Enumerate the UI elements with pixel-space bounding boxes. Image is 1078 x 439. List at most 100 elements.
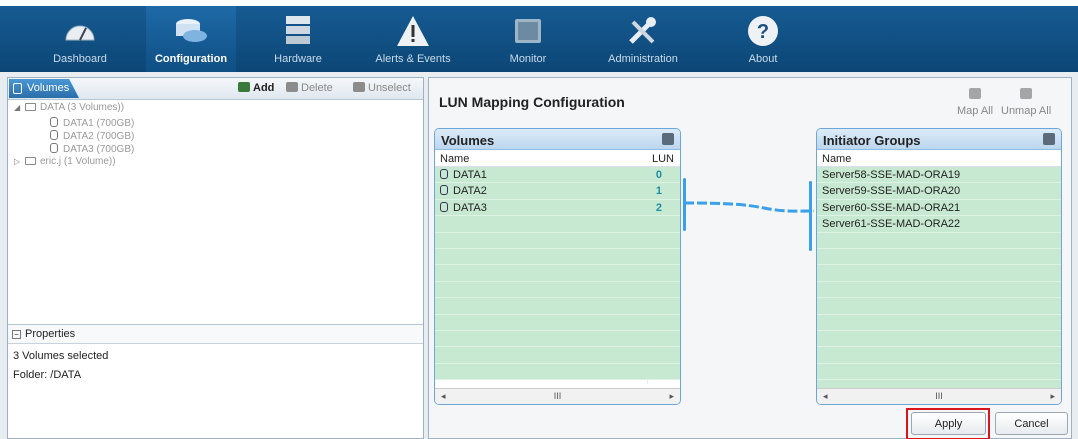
properties-header[interactable]: − Properties (8, 325, 423, 344)
nav-dashboard[interactable]: Dashboard (35, 6, 125, 72)
nav-hardware[interactable]: Hardware (253, 6, 343, 72)
volume-tab-icon (13, 83, 22, 94)
top-navigation: Dashboard Configuration Hardware Alerts … (0, 0, 1078, 72)
table-row[interactable]: Server58-SSE-MAD-ORA19 (817, 167, 1061, 184)
table-row[interactable]: Server60-SSE-MAD-ORA21 (817, 199, 1061, 217)
empty-row (817, 265, 1061, 282)
nav-bar: Dashboard Configuration Hardware Alerts … (0, 6, 1078, 72)
table-row[interactable]: DATA2 1 (435, 183, 680, 200)
column-name[interactable]: Name (440, 153, 469, 165)
table-row[interactable]: DATA1 0 (435, 167, 680, 184)
volume-icon (50, 143, 58, 153)
tree-item-data1[interactable]: DATA1 (700GB) (50, 117, 134, 130)
scroll-left-icon[interactable]: ◂ (823, 391, 828, 402)
volumes-scrollbar[interactable]: ◂ III ▸ (435, 388, 680, 404)
nav-about-label: About (748, 53, 778, 65)
tab-volumes[interactable]: Volumes (9, 79, 79, 98)
scroll-left-icon[interactable]: ◂ (441, 391, 446, 402)
initiator-name: Server60-SSE-MAD-ORA21 (822, 201, 961, 214)
lun-value: 0 (655, 169, 662, 181)
tree-folder-ericj[interactable]: ▷ eric.j (1 Volume)) (14, 156, 116, 169)
cancel-button[interactable]: Cancel (995, 412, 1068, 435)
volumes-pane: Volumes Add Delete Unselect ◢ DATA (3 Vol… (7, 77, 424, 439)
empty-row (817, 281, 1061, 299)
volume-name: DATA2 (453, 185, 487, 198)
properties-title: Properties (25, 328, 76, 340)
delete-volume-icon (286, 82, 298, 92)
database-icon (176, 19, 207, 42)
empty-row (435, 330, 680, 348)
export-icon[interactable] (1043, 133, 1055, 145)
lun-value: 2 (655, 201, 662, 214)
add-label: Add (253, 82, 275, 94)
empty-row (817, 314, 1061, 331)
nav-monitor[interactable]: Monitor (483, 6, 573, 72)
delete-button[interactable]: Delete (286, 82, 333, 94)
tree-item-data2[interactable]: DATA2 (700GB) (50, 130, 134, 143)
collapse-icon[interactable]: − (12, 330, 21, 339)
table-row[interactable]: Server59-SSE-MAD-ORA20 (817, 183, 1061, 200)
empty-row (435, 347, 680, 364)
tree-folder-data[interactable]: ◢ DATA (3 Volumes)) (14, 102, 124, 115)
gauge-icon (65, 25, 95, 41)
apply-button[interactable]: Apply (911, 412, 986, 435)
properties-folder: Folder: /DATA (13, 369, 82, 381)
add-button[interactable]: Add (238, 82, 274, 94)
properties-selection: 3 Volumes selected (13, 350, 109, 362)
tree-item-label: DATA3 (700GB) (63, 144, 135, 155)
initiators-scrollbar[interactable]: ◂ III ▸ (817, 388, 1061, 404)
volume-icon (50, 117, 58, 127)
add-volume-icon (238, 82, 250, 92)
expanded-arrow-icon[interactable]: ◢ (14, 103, 22, 112)
volume-name: DATA1 (453, 169, 487, 181)
unselect-icon (353, 82, 365, 92)
initiator-groups-title: Initiator Groups (823, 133, 921, 148)
empty-row (435, 363, 680, 381)
export-icon[interactable] (662, 133, 674, 145)
nav-alerts-events[interactable]: Alerts & Events (368, 6, 458, 72)
volumes-toolbar: Volumes Add Delete Unselect (8, 78, 423, 100)
empty-row (817, 347, 1061, 364)
tree-item-data3[interactable]: DATA3 (700GB) (50, 143, 134, 156)
svg-text:?: ? (757, 21, 769, 43)
volumes-column-header: Name LUN (435, 150, 680, 167)
table-row[interactable]: DATA3 2 (435, 199, 680, 217)
properties-panel: − Properties 3 Volumes selected Folder: /… (8, 324, 423, 439)
nav-administration-label: Administration (608, 53, 678, 65)
volumes-grid-panel: Volumes Name LUN DATA1 0 DATA2 1 DATA3 2 ◂ II… (434, 128, 681, 405)
volume-icon (440, 169, 448, 179)
scroll-thumb[interactable]: III (554, 391, 562, 401)
empty-row (817, 363, 1061, 381)
volume-name: DATA3 (453, 201, 487, 214)
scroll-thumb[interactable]: III (935, 391, 943, 401)
volume-icon (50, 130, 58, 140)
empty-row (435, 248, 680, 266)
lun-value: 1 (655, 185, 662, 198)
collapsed-arrow-icon[interactable]: ▷ (14, 157, 22, 166)
nav-hardware-label: Hardware (274, 53, 322, 65)
tools-icon (629, 17, 656, 44)
table-row[interactable]: Server61-SSE-MAD-ORA22 (817, 216, 1061, 233)
warning-icon (397, 16, 429, 46)
column-lun[interactable]: LUN (652, 153, 674, 165)
volume-icon (440, 201, 448, 212)
unselect-button[interactable]: Unselect (353, 82, 411, 94)
tree-item-label: DATA2 (700GB) (63, 131, 135, 142)
initiator-groups-panel: Initiator Groups Name Server58-SSE-MAD-O… (816, 128, 1062, 405)
unselect-label: Unselect (368, 82, 411, 94)
empty-row (435, 232, 680, 249)
nav-about[interactable]: ? About (718, 6, 808, 72)
map-all-label: Map All (957, 105, 994, 117)
monitor-icon (515, 19, 541, 43)
empty-row (435, 216, 680, 233)
map-all-icon (969, 88, 982, 99)
folder-icon (25, 157, 36, 165)
nav-configuration-label: Configuration (154, 53, 228, 65)
scroll-right-icon[interactable]: ▸ (1050, 391, 1055, 402)
initiators-column-header: Name (817, 150, 1061, 167)
scroll-right-icon[interactable]: ▸ (669, 391, 674, 402)
nav-administration[interactable]: Administration (598, 6, 688, 72)
nav-configuration[interactable]: Configuration (146, 6, 236, 72)
tab-volumes-label: Volumes (27, 82, 70, 94)
column-name[interactable]: Name (822, 153, 851, 165)
